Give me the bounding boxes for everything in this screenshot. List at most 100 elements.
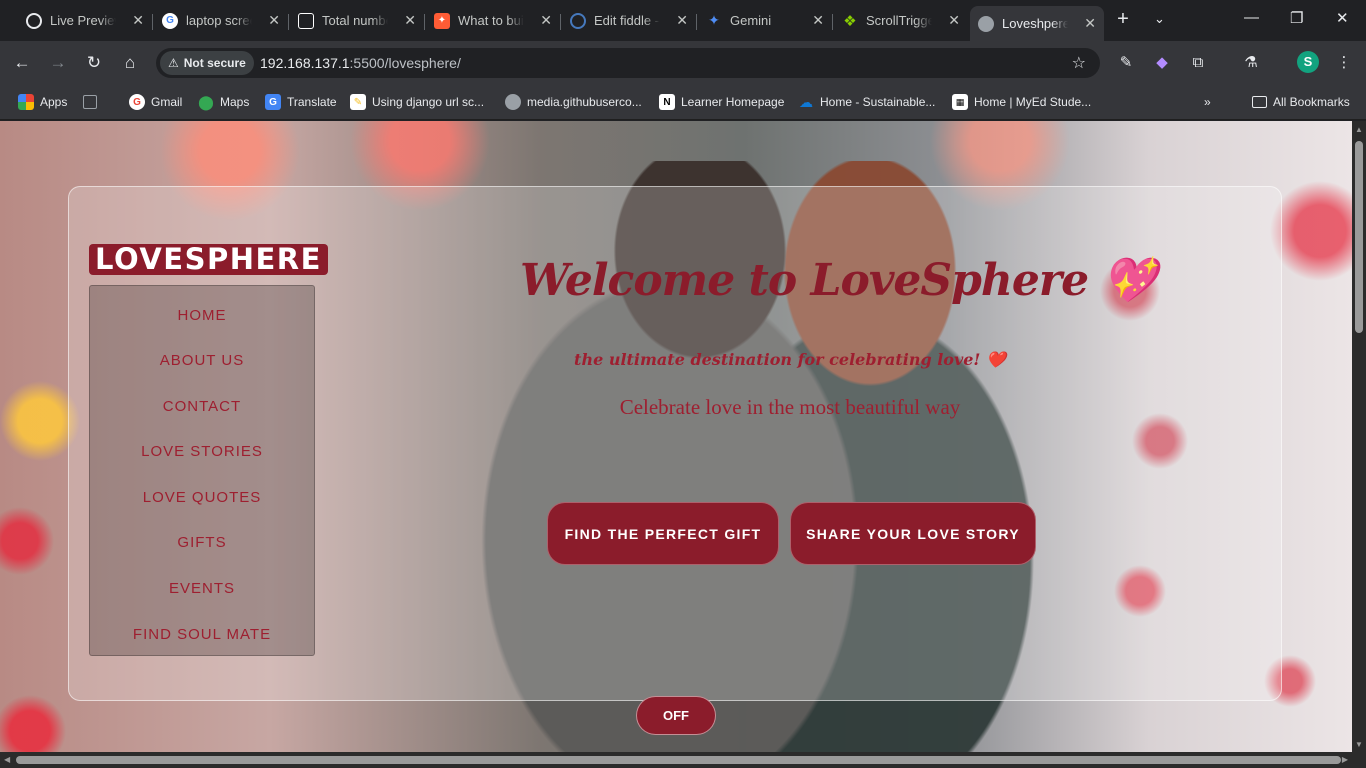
close-icon[interactable]: ✕ — [812, 12, 824, 29]
labs-flask-icon[interactable]: ⚗ — [1241, 53, 1261, 73]
side-navigation: HOME ABOUT US CONTACT LOVE STORIES LOVE … — [89, 285, 315, 656]
live-preview-icon — [26, 12, 42, 29]
bookmark-django[interactable]: ✎ Using django url sc... — [350, 93, 484, 111]
scroll-right-arrow-icon[interactable]: ▶ — [1342, 755, 1348, 764]
bookmark-learner-homepage[interactable]: N Learner Homepage — [659, 93, 784, 111]
hero-title-text: Welcome to LoveSphere — [520, 255, 1089, 306]
bookmark-label: Learner Homepage — [681, 95, 785, 109]
hubspot-icon: ✦ — [434, 12, 450, 29]
document-icon: ✎ — [350, 94, 366, 110]
back-icon[interactable]: ← — [11, 52, 33, 74]
tab-strip: Live Preview ✕ G laptop scree ✕ Total nu… — [0, 0, 1366, 41]
google-icon: G — [162, 12, 178, 29]
home-icon[interactable]: ⌂ — [119, 52, 141, 74]
bookmarks-bar: Apps G Gmail ⬤ Maps G Translate ✎ Using … — [0, 85, 1366, 120]
tab-title: Gemini — [730, 13, 772, 28]
bookmark-label: Translate — [287, 95, 337, 109]
nav-events[interactable]: EVENTS — [90, 580, 314, 597]
bookmark-maps[interactable]: ⬤ Maps — [198, 93, 249, 111]
close-icon[interactable]: ✕ — [540, 12, 552, 29]
maximize-icon[interactable]: ❐ — [1290, 9, 1303, 27]
bookmark-label: media.githubuserco... — [527, 95, 642, 109]
bookmark-tab-groups[interactable] — [83, 93, 97, 111]
vertical-scroll-thumb[interactable] — [1355, 141, 1363, 333]
globe-icon — [505, 94, 521, 110]
minimize-icon[interactable]: — — [1244, 9, 1259, 26]
vertical-scrollbar[interactable]: ▲ ▼ — [1352, 121, 1366, 752]
tab-title: What to buil — [458, 13, 524, 28]
nav-about-us[interactable]: ABOUT US — [90, 352, 314, 369]
tab-what-to-build[interactable]: ✦ What to buil ✕ — [426, 6, 560, 35]
close-icon[interactable]: ✕ — [404, 12, 416, 29]
notion-icon: N — [659, 94, 675, 110]
tab-title: ScrollTrigge — [866, 13, 932, 28]
bookmark-apps[interactable]: Apps — [18, 93, 67, 111]
tab-gemini[interactable]: ✦ Gemini ✕ — [698, 6, 832, 35]
extension-colorful-icon[interactable]: ◆ — [1152, 53, 1172, 73]
address-bar[interactable]: ⚠ Not secure 192.168.137.1:5500/lovesphe… — [156, 48, 1100, 78]
tab-edit-fiddle[interactable]: Edit fiddle - ✕ — [562, 6, 696, 35]
hero-title: Welcome to LoveSphere 💖 — [520, 254, 1157, 306]
bookmark-gmail[interactable]: G Gmail — [129, 93, 182, 111]
maps-icon: ⬤ — [198, 93, 214, 110]
profile-avatar[interactable]: S — [1297, 51, 1319, 73]
nav-gifts[interactable]: GIFTS — [90, 534, 314, 551]
nav-home[interactable]: HOME — [90, 307, 314, 324]
gsap-icon: ❖ — [843, 12, 857, 30]
tab-total-number[interactable]: Total numbe ✕ — [290, 6, 424, 35]
bookmark-star-icon[interactable]: ☆ — [1072, 53, 1086, 73]
tab-loveshpere[interactable]: Loveshpere ✕ — [970, 6, 1104, 41]
close-icon[interactable]: ✕ — [132, 12, 144, 29]
eyedropper-icon[interactable]: ✎ — [1116, 53, 1136, 73]
bookmark-all-bookmarks[interactable]: All Bookmarks — [1252, 93, 1350, 111]
site-logo[interactable]: LOVESPHERE — [89, 244, 328, 275]
apps-grid-icon — [18, 94, 34, 110]
tab-laptop-screen[interactable]: G laptop scree ✕ — [154, 6, 288, 35]
folder-icon — [1252, 96, 1267, 108]
page-viewport: LOVESPHERE HOME ABOUT US CONTACT LOVE ST… — [0, 121, 1352, 752]
share-love-story-button[interactable]: SHARE YOUR LOVE STORY — [790, 502, 1036, 565]
hero-tagline-text: the ultimate destination for celebrating… — [574, 350, 981, 369]
forward-icon[interactable]: → — [47, 52, 69, 74]
close-icon[interactable]: ✕ — [268, 12, 280, 29]
nav-love-stories[interactable]: LOVE STORIES — [90, 443, 314, 460]
bookmark-label: Using django url sc... — [372, 95, 485, 109]
window-close-icon[interactable]: ✕ — [1336, 9, 1349, 27]
onedrive-icon: ☁ — [799, 93, 813, 110]
menu-kebab-icon[interactable]: ⋮ — [1334, 53, 1354, 73]
scroll-left-arrow-icon[interactable]: ◀ — [4, 755, 10, 764]
tab-title: Edit fiddle - — [594, 13, 660, 28]
bookmark-sustainable[interactable]: ☁ Home - Sustainable... — [798, 93, 935, 111]
tab-live-preview[interactable]: Live Preview ✕ — [18, 6, 152, 35]
bookmark-label: Home | MyEd Stude... — [974, 95, 1092, 109]
codepen-icon — [298, 12, 314, 29]
tab-search-icon[interactable]: ⌄ — [1154, 11, 1165, 27]
new-tab-button[interactable]: + — [1112, 9, 1134, 31]
close-icon[interactable]: ✕ — [948, 12, 960, 29]
warning-icon: ⚠ — [168, 56, 179, 70]
hero-subtitle: Celebrate love in the most beautiful way — [619, 395, 961, 419]
tab-title: Loveshpere — [1002, 16, 1068, 31]
bookmark-translate[interactable]: G Translate — [265, 93, 337, 111]
bookmark-myed[interactable]: ▦ Home | MyEd Stude... — [952, 93, 1091, 111]
scroll-down-arrow-icon[interactable]: ▼ — [1355, 740, 1363, 749]
find-perfect-gift-button[interactable]: FIND THE PERFECT GIFT — [547, 502, 779, 565]
not-secure-label: Not secure — [183, 56, 246, 70]
reload-icon[interactable]: ↻ — [83, 52, 105, 74]
music-toggle-button[interactable]: OFF — [636, 696, 716, 735]
nav-love-quotes[interactable]: LOVE QUOTES — [90, 489, 314, 506]
scroll-up-arrow-icon[interactable]: ▲ — [1355, 125, 1363, 134]
horizontal-scroll-thumb[interactable] — [16, 756, 1341, 764]
bookmarks-overflow-chevron-icon[interactable]: » — [1204, 93, 1211, 111]
extensions-puzzle-icon[interactable]: ⧉ — [1188, 53, 1208, 73]
bookmark-githubusercontent[interactable]: media.githubuserco... — [505, 93, 642, 111]
url-text[interactable]: 192.168.137.1:5500/lovesphere/ — [260, 55, 461, 71]
close-icon[interactable]: ✕ — [676, 12, 688, 29]
close-icon[interactable]: ✕ — [1084, 15, 1096, 32]
site-info-button[interactable]: ⚠ Not secure — [160, 51, 254, 75]
nav-contact[interactable]: CONTACT — [90, 398, 314, 415]
tab-scrolltrigger[interactable]: ❖ ScrollTrigge ✕ — [834, 6, 968, 35]
horizontal-scrollbar[interactable]: ◀ ▶ — [0, 752, 1366, 768]
nav-find-soul-mate[interactable]: FIND SOUL MATE — [90, 626, 314, 643]
browser-toolbar: ← → ↻ ⌂ ⚠ Not secure 192.168.137.1:5500/… — [0, 41, 1366, 85]
